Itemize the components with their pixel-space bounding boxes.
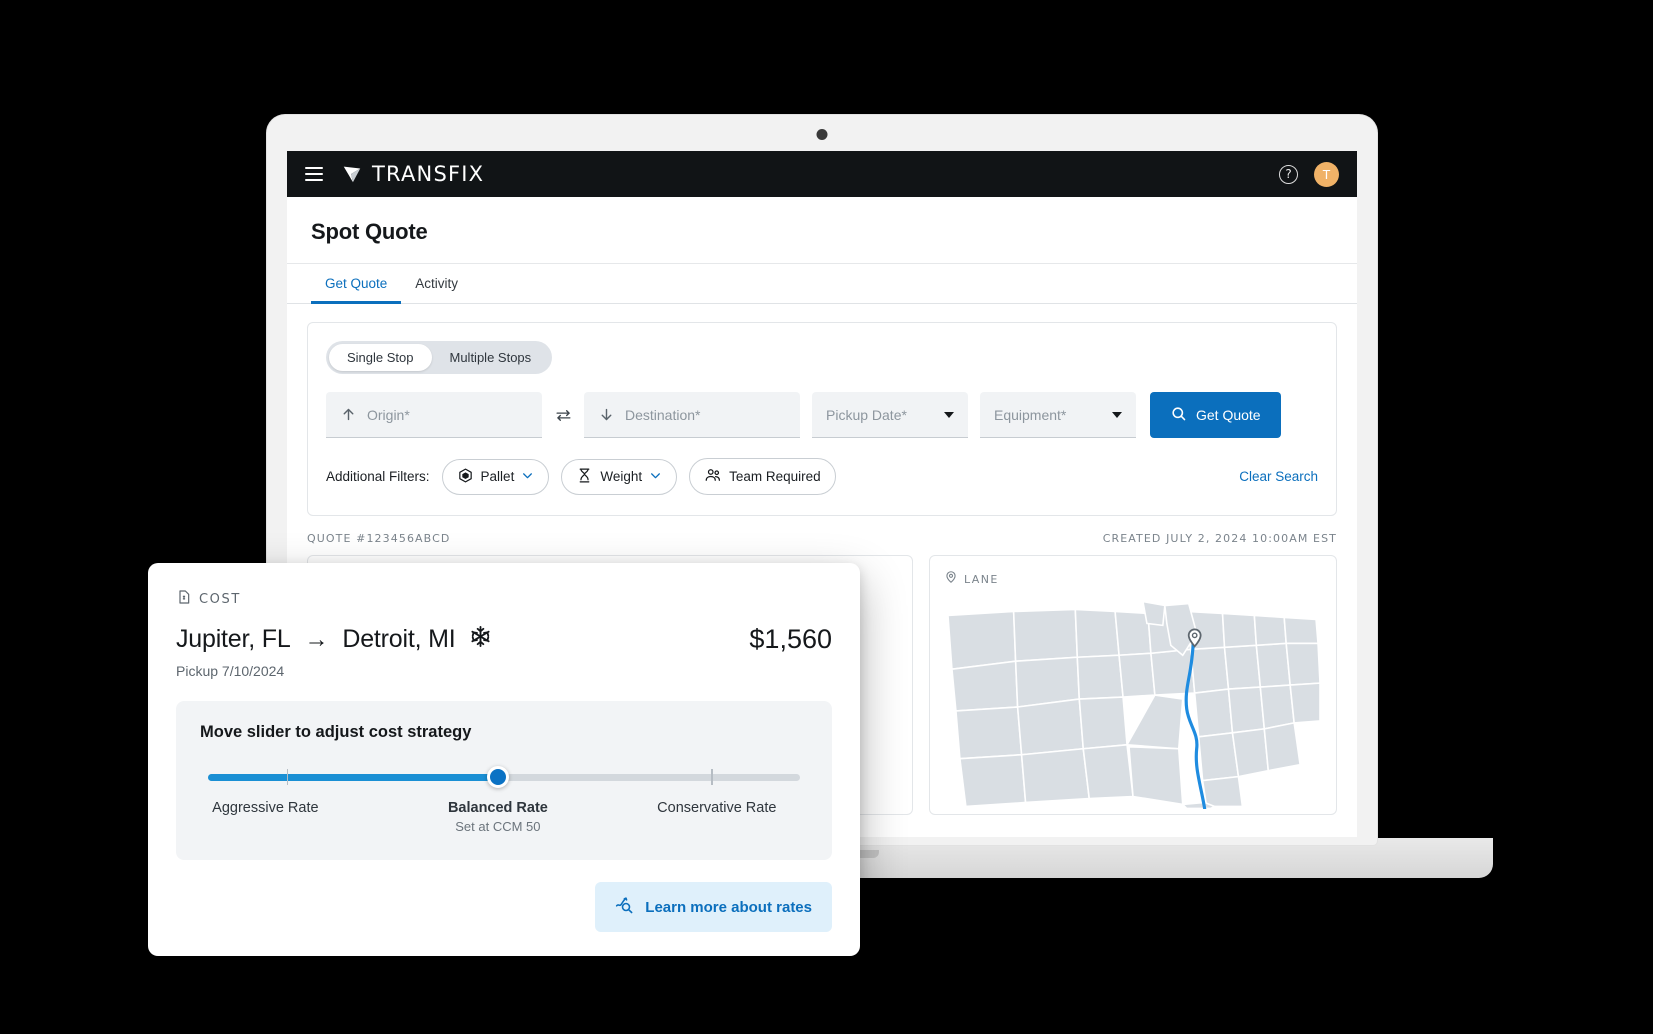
filter-chip-weight-label: Weight	[600, 469, 643, 484]
laptop-camera	[816, 129, 828, 140]
toggle-single-stop[interactable]: Single Stop	[329, 344, 432, 371]
chevron-down-icon	[649, 469, 662, 485]
additional-filters-label: Additional Filters:	[326, 469, 430, 484]
avatar[interactable]: T	[1314, 161, 1339, 187]
get-quote-label: Get Quote	[1196, 407, 1261, 423]
cost-strategy-slider[interactable]	[208, 766, 800, 788]
slider-label-conservative: Conservative Rate	[657, 800, 777, 816]
clear-search-link[interactable]: Clear Search	[1239, 469, 1318, 484]
filter-chip-pallet-label: Pallet	[480, 469, 515, 484]
tab-bar: Get Quote Activity	[287, 264, 1357, 304]
chevron-down-icon	[1112, 411, 1122, 418]
route-summary: Jupiter, FL → Detroit, MI	[176, 625, 492, 654]
weight-scale-icon	[576, 467, 593, 487]
destination-field[interactable]: Destination*	[584, 392, 800, 438]
filter-chip-team-required[interactable]: Team Required	[689, 458, 836, 495]
app-header: TRANSFIX ? T	[287, 151, 1357, 197]
slider-label-balanced-text: Balanced Rate	[447, 800, 548, 816]
destination-placeholder: Destination*	[625, 406, 701, 423]
lane-header: LANE	[944, 570, 1322, 589]
cost-card: COST Jupiter, FL → Detroit, MI $1,560 Pi…	[148, 563, 860, 956]
pallet-icon	[457, 467, 474, 487]
learn-more-about-rates-button[interactable]: Learn more about rates	[595, 882, 832, 932]
page-title: Spot Quote	[311, 219, 428, 244]
page-title-bar: Spot Quote	[287, 197, 1357, 264]
slider-label-aggressive: Aggressive Rate	[212, 800, 319, 816]
cost-document-icon	[176, 589, 192, 610]
toggle-multiple-stops[interactable]: Multiple Stops	[432, 344, 550, 371]
search-field-row: Origin* Destination* Pickup Date* Equipm…	[326, 392, 1318, 438]
stop-type-toggle: Single Stop Multiple Stops	[326, 341, 553, 374]
arrow-down-icon	[598, 406, 615, 423]
slider-label-balanced-sub: Set at CCM 50	[455, 819, 541, 834]
search-icon	[1170, 405, 1187, 425]
slider-title: Move slider to adjust cost strategy	[200, 723, 472, 741]
tab-activity[interactable]: Activity	[401, 264, 472, 304]
swap-horizontal-icon[interactable]	[542, 392, 584, 438]
filter-chip-pallet[interactable]: Pallet	[441, 458, 550, 495]
cost-strategy-panel: Move slider to adjust cost strategy Aggr…	[176, 701, 832, 860]
brand-name: TRANSFIX	[372, 162, 485, 186]
quote-price: $1,560	[749, 624, 832, 654]
slider-thumb[interactable]	[487, 766, 510, 788]
equipment-placeholder: Equipment*	[994, 406, 1067, 423]
slider-tick-conservative	[711, 769, 713, 785]
pickup-date-text: Pickup 7/10/2024	[176, 663, 285, 679]
cost-section-label: COST	[199, 592, 241, 607]
search-card: Single Stop Multiple Stops Origin* Desti…	[307, 322, 1337, 516]
slider-label-balanced: Balanced Rate Set at CCM 50	[448, 800, 548, 834]
origin-placeholder: Origin*	[367, 406, 410, 423]
slider-labels: Aggressive Rate Balanced Rate Set at CCM…	[200, 800, 808, 840]
origin-city: Jupiter, FL	[176, 625, 291, 653]
hamburger-menu-icon[interactable]	[305, 167, 323, 181]
route-arrow-icon: →	[304, 625, 329, 653]
quote-created-timestamp: CREATED JULY 2, 2024 10:00AM EST	[1102, 532, 1337, 545]
header-actions: ? T	[1279, 161, 1339, 187]
help-circle-icon[interactable]: ?	[1279, 164, 1298, 184]
quote-id: QUOTE #123456ABCD	[307, 532, 451, 545]
slider-fill	[208, 774, 499, 781]
filter-chip-weight[interactable]: Weight	[561, 458, 678, 495]
pickup-date-select[interactable]: Pickup Date*	[812, 392, 968, 438]
chevron-down-icon	[944, 411, 954, 418]
map-pin-icon	[944, 570, 958, 589]
arrow-up-icon	[340, 406, 357, 423]
cost-card-footer: Learn more about rates	[176, 882, 832, 932]
equipment-select[interactable]: Equipment*	[980, 392, 1136, 438]
learn-more-label: Learn more about rates	[645, 898, 812, 916]
tab-get-quote[interactable]: Get Quote	[311, 264, 402, 304]
filter-chip-team-label: Team Required	[729, 469, 821, 484]
additional-filters-row: Additional Filters: Pallet Weight Team R…	[326, 458, 1318, 495]
quote-meta-row: QUOTE #123456ABCD CREATED JULY 2, 2024 1…	[287, 516, 1357, 555]
us-map-svg	[947, 600, 1321, 811]
lane-map[interactable]	[944, 599, 1322, 814]
team-people-icon	[704, 466, 722, 487]
get-quote-button[interactable]: Get Quote	[1150, 392, 1281, 438]
slider-tick-aggressive	[286, 769, 289, 785]
destination-city: Detroit, MI	[342, 625, 456, 653]
snowflake-reefer-icon	[469, 625, 492, 654]
rate-analytics-search-icon	[615, 895, 635, 919]
lane-label: LANE	[964, 573, 999, 586]
cost-route-row: Jupiter, FL → Detroit, MI $1,560	[176, 624, 832, 655]
page-content: Single Stop Multiple Stops Origin* Desti…	[287, 304, 1357, 516]
brand-logo[interactable]: TRANSFIX	[341, 162, 484, 186]
chevron-down-icon	[521, 469, 534, 485]
cost-card-header: COST	[176, 589, 832, 610]
transfix-logo-icon	[341, 163, 363, 185]
lane-card: LANE	[929, 555, 1337, 815]
screenshot-stage: TRANSFIX ? T Spot Quote Get Quote Activi…	[0, 0, 1653, 1034]
pickup-date-placeholder: Pickup Date*	[826, 406, 907, 423]
origin-field[interactable]: Origin*	[326, 392, 542, 438]
